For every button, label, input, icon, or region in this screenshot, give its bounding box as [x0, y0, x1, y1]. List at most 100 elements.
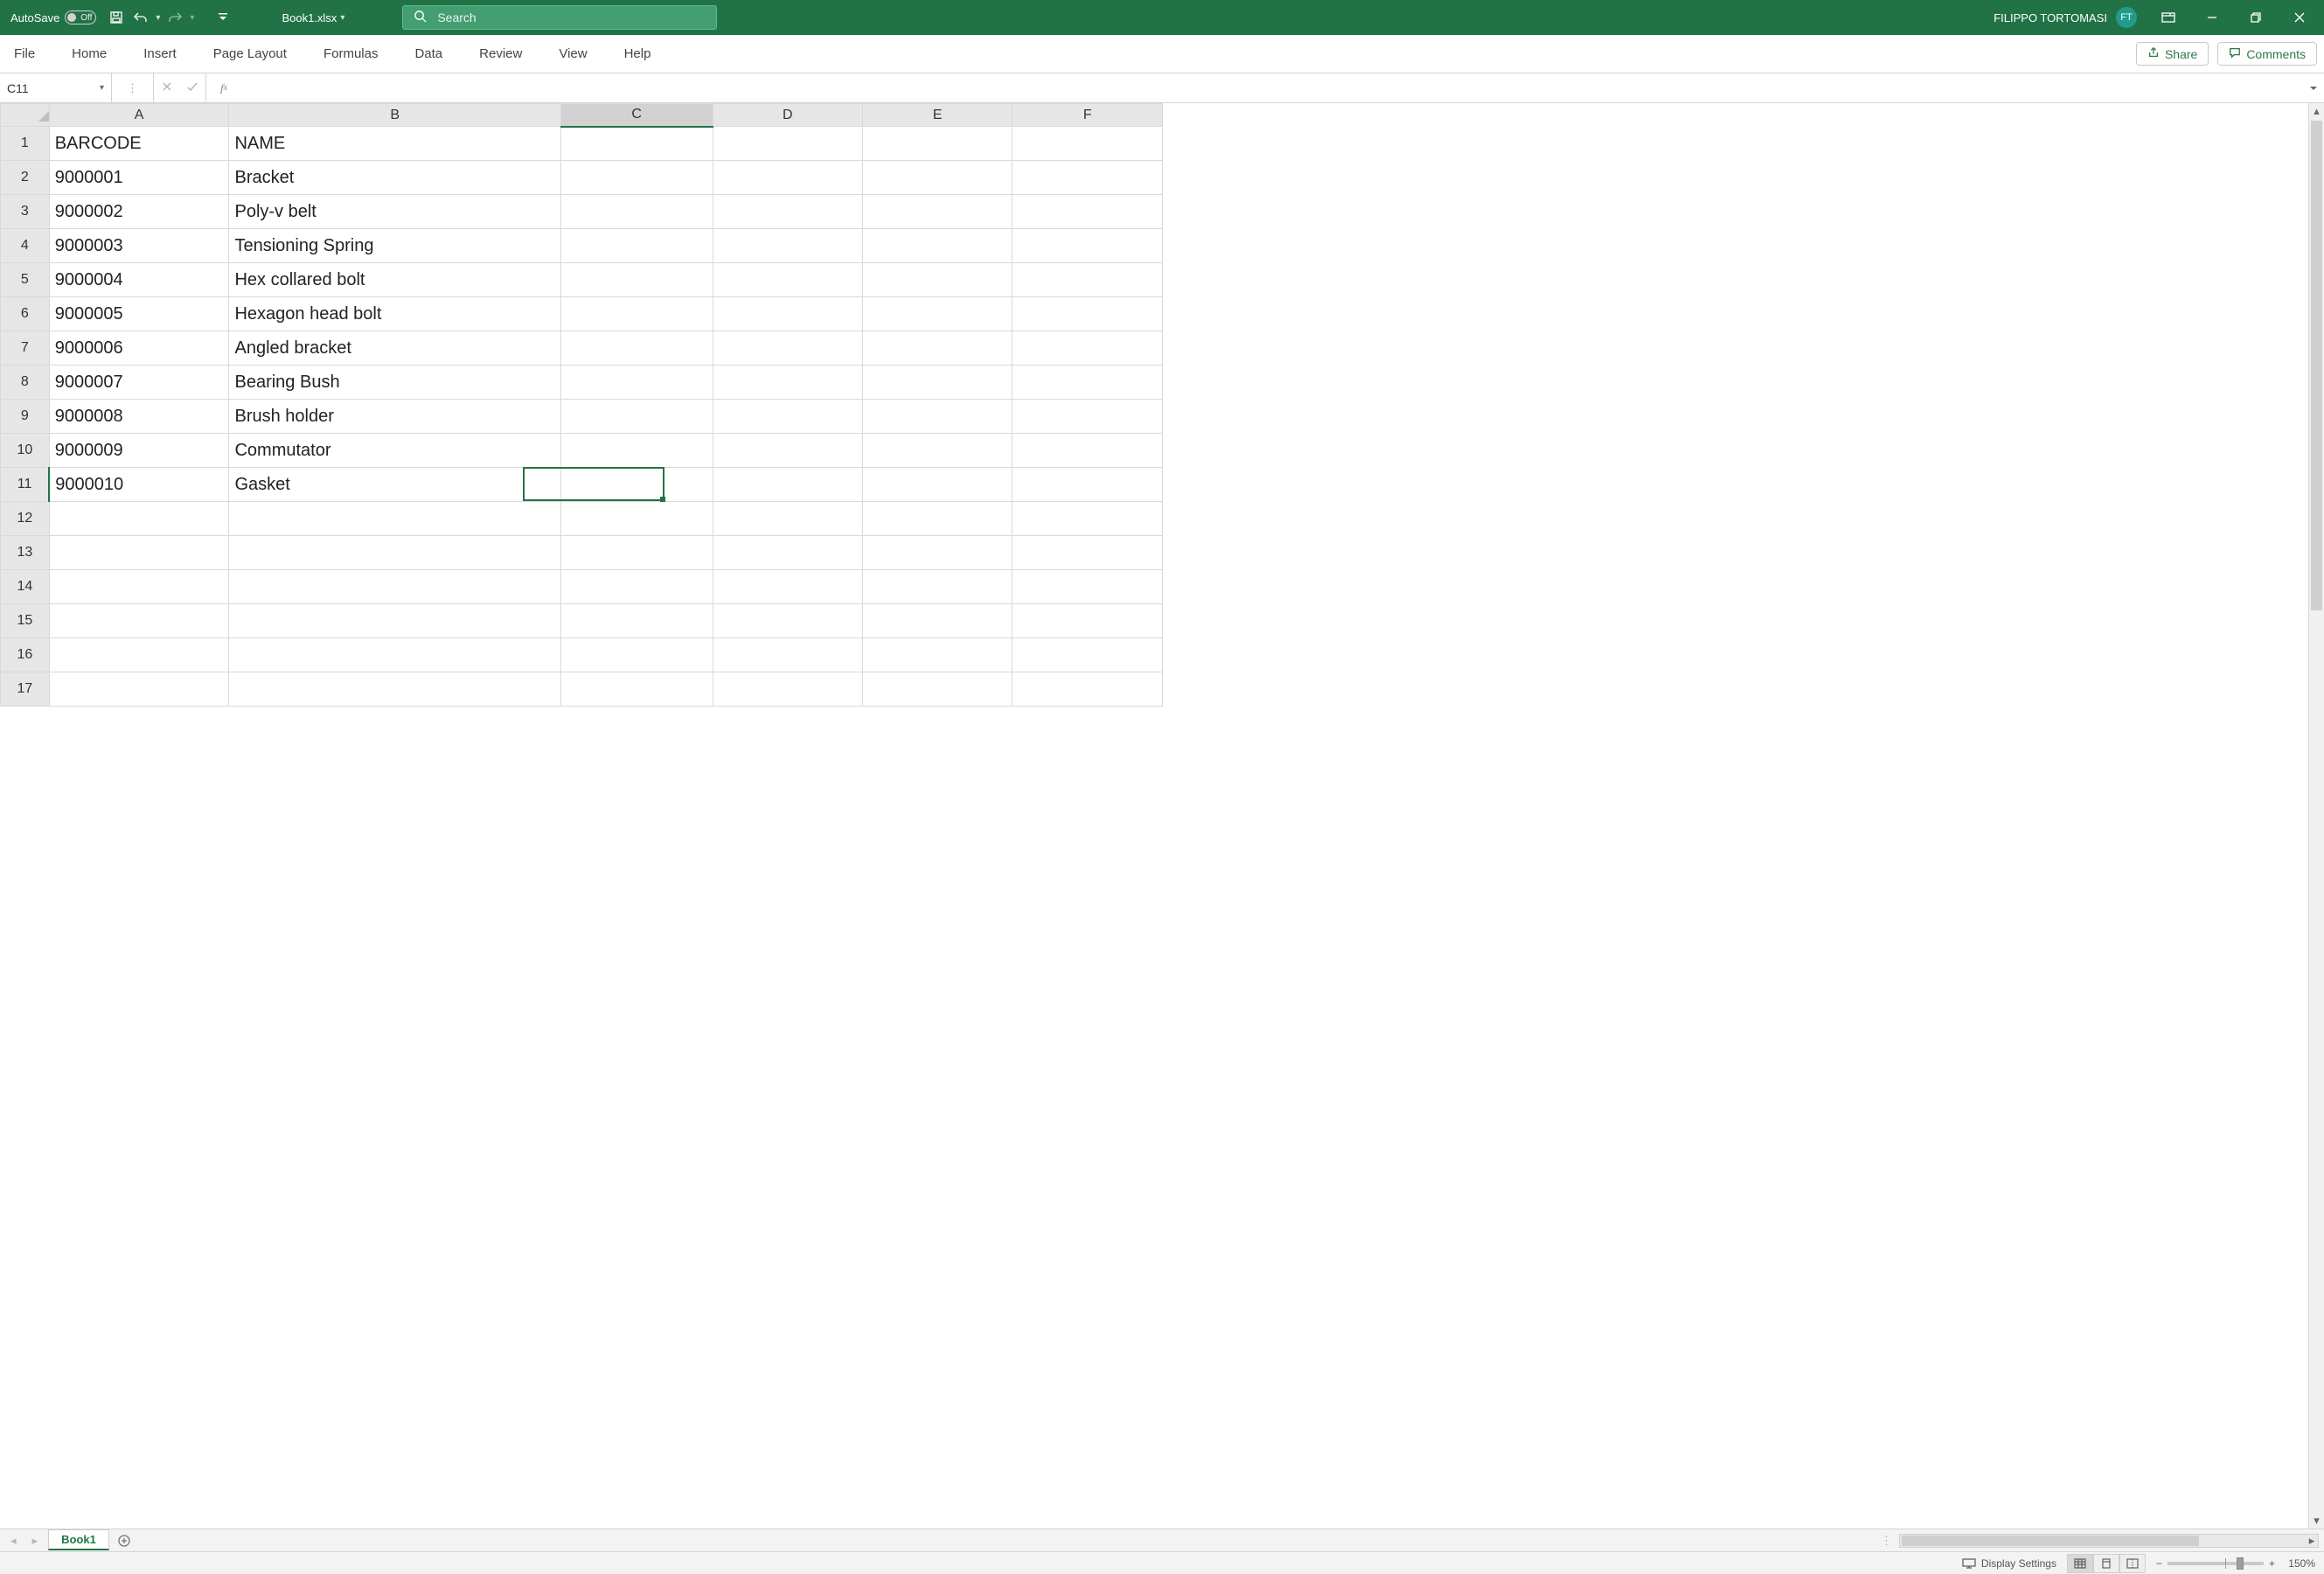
cell-F5[interactable] — [1012, 263, 1163, 297]
cell-F3[interactable] — [1012, 195, 1163, 229]
cell-B15[interactable] — [229, 604, 560, 638]
cell-E17[interactable] — [862, 672, 1012, 707]
cell-F8[interactable] — [1012, 366, 1163, 400]
row-header-14[interactable]: 14 — [1, 570, 50, 604]
share-button[interactable]: Share — [2136, 42, 2209, 66]
view-normal-icon[interactable] — [2067, 1554, 2093, 1573]
maximize-icon[interactable] — [2237, 0, 2275, 35]
cell-A11[interactable]: 9000010 — [49, 468, 229, 502]
close-icon[interactable] — [2280, 0, 2319, 35]
cell-A6[interactable]: 9000005 — [49, 297, 229, 331]
cell-A10[interactable]: 9000009 — [49, 434, 229, 468]
cell-B16[interactable] — [229, 638, 560, 672]
zoom-slider[interactable] — [2167, 1562, 2264, 1565]
hscroll-thumb[interactable] — [1902, 1536, 2199, 1546]
cell-C3[interactable] — [560, 195, 713, 229]
view-page-layout-icon[interactable] — [2093, 1554, 2119, 1573]
cell-A4[interactable]: 9000003 — [49, 229, 229, 263]
autosave-toggle[interactable]: AutoSave Off — [5, 9, 101, 26]
hscroll-right-icon[interactable]: ▸ — [2305, 1535, 2319, 1547]
cell-A3[interactable]: 9000002 — [49, 195, 229, 229]
cell-D6[interactable] — [713, 297, 862, 331]
cell-C17[interactable] — [560, 672, 713, 707]
select-all-corner[interactable] — [1, 104, 50, 127]
cell-F15[interactable] — [1012, 604, 1163, 638]
tab-view[interactable]: View — [552, 41, 594, 66]
tab-formulas[interactable]: Formulas — [317, 41, 386, 66]
cell-F17[interactable] — [1012, 672, 1163, 707]
scroll-up-icon[interactable]: ▴ — [2309, 103, 2324, 119]
row-header-4[interactable]: 4 — [1, 229, 50, 263]
row-header-7[interactable]: 7 — [1, 331, 50, 366]
tab-home[interactable]: Home — [65, 41, 114, 66]
cell-A7[interactable]: 9000006 — [49, 331, 229, 366]
cell-F1[interactable] — [1012, 127, 1163, 161]
row-header-10[interactable]: 10 — [1, 434, 50, 468]
col-header-E[interactable]: E — [862, 104, 1012, 127]
scroll-down-icon[interactable]: ▾ — [2309, 1513, 2324, 1529]
row-header-17[interactable]: 17 — [1, 672, 50, 707]
col-header-A[interactable]: A — [49, 104, 229, 127]
row-header-2[interactable]: 2 — [1, 161, 50, 195]
cell-C6[interactable] — [560, 297, 713, 331]
namebox-dropdown-icon[interactable]: ▾ — [100, 83, 104, 93]
undo-dropdown-icon[interactable]: ▾ — [156, 13, 160, 23]
formula-bar[interactable] — [241, 73, 2303, 102]
add-sheet-icon[interactable] — [115, 1531, 134, 1550]
cell-D12[interactable] — [713, 502, 862, 536]
zoom-value[interactable]: 150% — [2280, 1557, 2315, 1570]
row-header-5[interactable]: 5 — [1, 263, 50, 297]
cell-B9[interactable]: Brush holder — [229, 400, 560, 434]
cell-E9[interactable] — [862, 400, 1012, 434]
cell-F10[interactable] — [1012, 434, 1163, 468]
cell-E12[interactable] — [862, 502, 1012, 536]
cell-A13[interactable] — [49, 536, 229, 570]
cell-F2[interactable] — [1012, 161, 1163, 195]
cell-D8[interactable] — [713, 366, 862, 400]
search-input[interactable] — [437, 10, 706, 24]
cell-D7[interactable] — [713, 331, 862, 366]
cell-B4[interactable]: Tensioning Spring — [229, 229, 560, 263]
redo-dropdown-icon[interactable]: ▾ — [190, 13, 194, 23]
cell-C11[interactable] — [560, 468, 713, 502]
formula-input[interactable] — [247, 81, 2298, 95]
cell-E1[interactable] — [862, 127, 1012, 161]
cell-E14[interactable] — [862, 570, 1012, 604]
cell-C13[interactable] — [560, 536, 713, 570]
cell-B7[interactable]: Angled bracket — [229, 331, 560, 366]
cell-B2[interactable]: Bracket — [229, 161, 560, 195]
cell-C7[interactable] — [560, 331, 713, 366]
zoom-in-icon[interactable]: + — [2269, 1557, 2275, 1570]
cell-C2[interactable] — [560, 161, 713, 195]
cell-D1[interactable] — [713, 127, 862, 161]
redo-icon[interactable] — [165, 8, 184, 27]
cell-F7[interactable] — [1012, 331, 1163, 366]
sheet-tab-active[interactable]: Book1 — [48, 1529, 109, 1550]
cell-F11[interactable] — [1012, 468, 1163, 502]
cell-B10[interactable]: Commutator — [229, 434, 560, 468]
undo-icon[interactable] — [131, 8, 150, 27]
cell-B12[interactable] — [229, 502, 560, 536]
row-header-1[interactable]: 1 — [1, 127, 50, 161]
cell-C5[interactable] — [560, 263, 713, 297]
cell-D15[interactable] — [713, 604, 862, 638]
tab-insert[interactable]: Insert — [136, 41, 184, 66]
vscroll-thumb[interactable] — [2311, 121, 2322, 610]
cell-F12[interactable] — [1012, 502, 1163, 536]
comments-button[interactable]: Comments — [2217, 42, 2317, 66]
cell-F13[interactable] — [1012, 536, 1163, 570]
cell-F9[interactable] — [1012, 400, 1163, 434]
tab-page-layout[interactable]: Page Layout — [206, 41, 294, 66]
row-header-9[interactable]: 9 — [1, 400, 50, 434]
display-settings-button[interactable]: Display Settings — [1962, 1557, 2056, 1570]
row-header-8[interactable]: 8 — [1, 366, 50, 400]
cell-C12[interactable] — [560, 502, 713, 536]
cell-E11[interactable] — [862, 468, 1012, 502]
cell-A12[interactable] — [49, 502, 229, 536]
cell-C14[interactable] — [560, 570, 713, 604]
cell-C15[interactable] — [560, 604, 713, 638]
cell-B8[interactable]: Bearing Bush — [229, 366, 560, 400]
view-page-break-icon[interactable] — [2119, 1554, 2146, 1573]
cell-D16[interactable] — [713, 638, 862, 672]
cell-B6[interactable]: Hexagon head bolt — [229, 297, 560, 331]
